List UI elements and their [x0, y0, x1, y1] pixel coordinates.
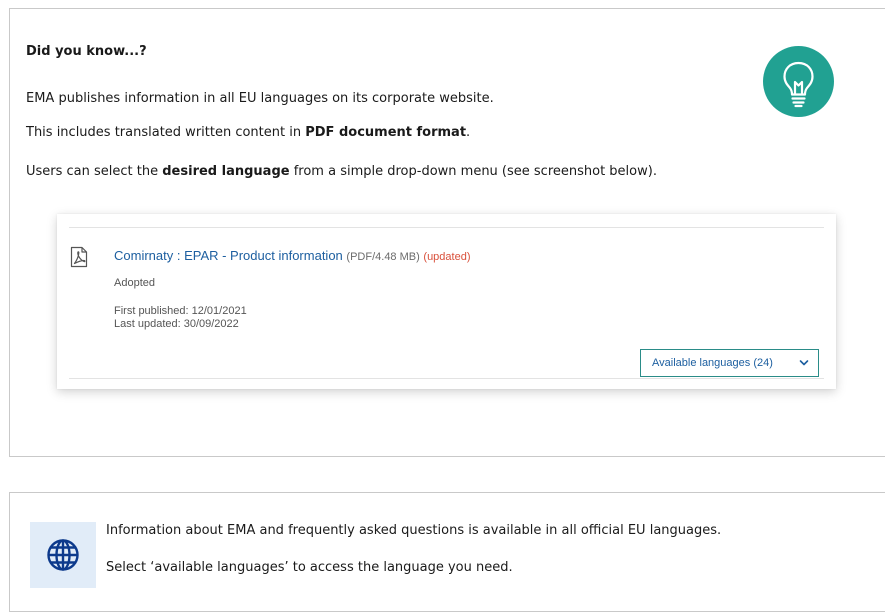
first-published-date: First published: 12/01/2021	[114, 305, 247, 317]
card-divider-top	[69, 227, 824, 228]
panel-title: Did you know...?	[26, 44, 147, 59]
last-updated-date: Last updated: 30/09/2022	[114, 318, 239, 330]
globe-icon	[47, 539, 79, 571]
pdf-format-text-bold: PDF document format	[305, 125, 467, 140]
select-languages-text: Select ‘available languages’ to access t…	[106, 560, 513, 575]
file-info: (PDF/4.48 MB)	[346, 251, 420, 263]
available-languages-label: Available languages (24)	[652, 357, 773, 369]
document-state: Adopted	[114, 277, 155, 289]
language-select-text-pre: Users can select the	[26, 164, 163, 179]
languages-info-text: Information about EMA and frequently ask…	[106, 523, 722, 538]
card-divider-bottom	[69, 378, 824, 379]
language-select-text-post: from a simple drop-down menu (see screen…	[289, 164, 657, 179]
pdf-format-text-pre: This includes translated written content…	[26, 125, 306, 140]
document-card: Comirnaty : EPAR - Product information (…	[57, 214, 836, 389]
intro-text: EMA publishes information in all EU lang…	[26, 91, 494, 106]
document-link[interactable]: Comirnaty : EPAR - Product information	[114, 248, 343, 263]
pdf-format-text: This includes translated written content…	[26, 125, 470, 140]
lightbulb-icon	[763, 46, 834, 117]
globe-icon-box	[30, 522, 96, 588]
updated-badge: (updated)	[423, 251, 471, 263]
document-title-row: Comirnaty : EPAR - Product information (…	[114, 248, 471, 263]
chevron-down-icon	[799, 360, 809, 366]
languages-info-panel: Information about EMA and frequently ask…	[9, 492, 885, 612]
language-select-text: Users can select the desired language fr…	[26, 164, 657, 179]
did-you-know-panel: Did you know...? EMA publishes informati…	[9, 8, 885, 457]
language-select-text-bold: desired language	[162, 164, 290, 179]
available-languages-dropdown[interactable]: Available languages (24)	[640, 349, 819, 377]
pdf-file-icon	[70, 246, 88, 268]
pdf-format-text-post: .	[466, 125, 471, 140]
